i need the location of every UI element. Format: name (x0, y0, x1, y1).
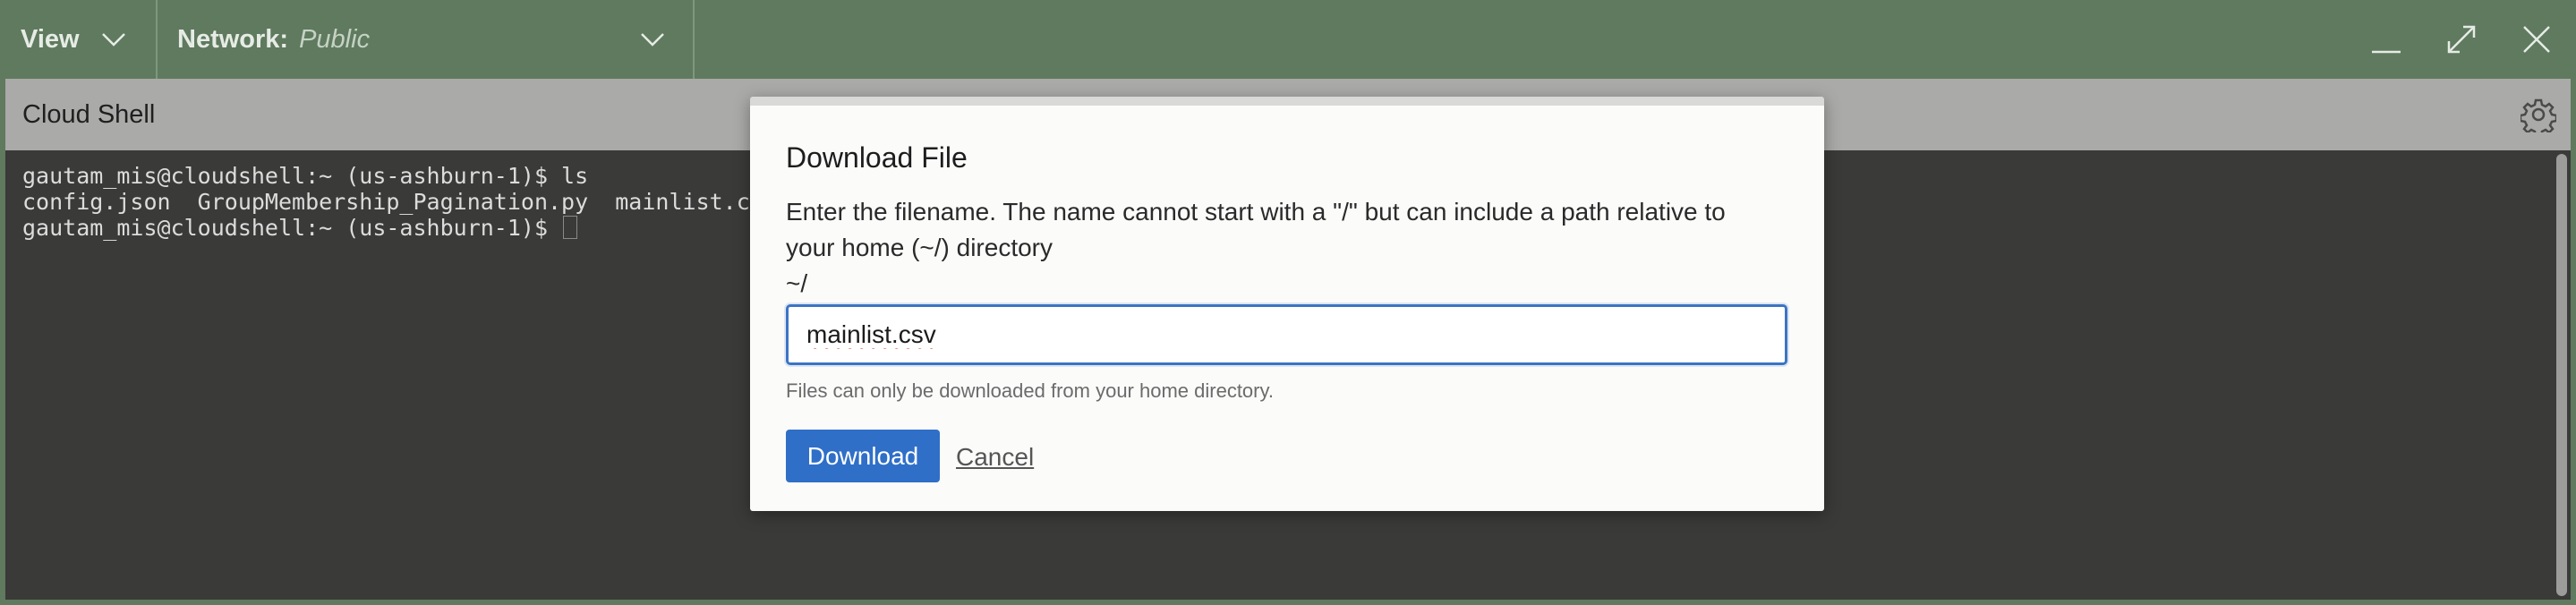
cancel-link[interactable]: Cancel (956, 443, 1034, 472)
cloud-shell-title: Cloud Shell (22, 100, 156, 129)
terminal-line: gautam_mis@cloudshell:~ (us-ashburn-1)$ … (22, 163, 589, 189)
download-button[interactable]: Download (786, 430, 940, 482)
network-menu[interactable]: Network: Public (159, 0, 695, 79)
dialog-hint: Files can only be downloaded from your h… (786, 379, 1274, 402)
terminal-scrollbar[interactable] (2556, 154, 2567, 596)
gear-icon[interactable] (2521, 97, 2556, 132)
dialog-description: Enter the filename. The name cannot star… (786, 198, 1726, 261)
path-prefix: ~/ (786, 269, 808, 297)
download-file-dialog: Download File Enter the filename. The na… (750, 97, 1824, 511)
terminal-output: gautam_mis@cloudshell:~ (us-ashburn-1)$ … (22, 163, 777, 241)
close-icon[interactable] (2519, 21, 2555, 57)
top-bar: View Network: Public (0, 0, 2576, 79)
dialog-title: Download File (786, 141, 968, 174)
filename-input[interactable] (786, 304, 1787, 365)
terminal-line: gautam_mis@cloudshell:~ (us-ashburn-1)$ (22, 215, 562, 241)
minimize-icon[interactable] (2368, 21, 2404, 57)
chevron-down-icon (641, 33, 664, 47)
chevron-down-icon (102, 33, 125, 47)
window-bottom-border (0, 600, 2576, 605)
maximize-icon[interactable] (2444, 21, 2479, 57)
terminal-cursor (563, 216, 578, 239)
view-menu[interactable]: View (0, 0, 158, 79)
view-menu-label: View (21, 24, 80, 54)
terminal-prompt-line: gautam_mis@cloudshell:~ (us-ashburn-1)$ (22, 215, 777, 241)
terminal-line: config.json GroupMembership_Pagination.p… (22, 189, 777, 215)
network-value: Public (299, 24, 371, 54)
network-label: Network: (177, 24, 289, 54)
